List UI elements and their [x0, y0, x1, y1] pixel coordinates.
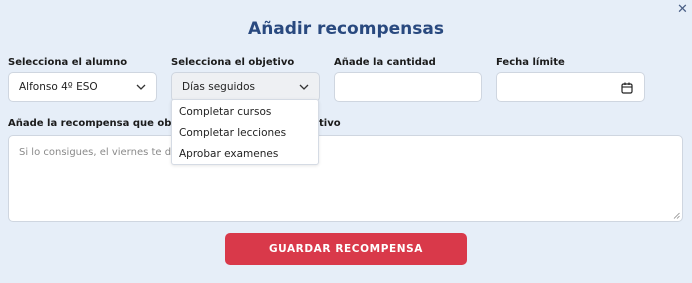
- student-select-value: Alfonso 4º ESO: [19, 81, 98, 93]
- objective-select[interactable]: Días seguidos: [171, 72, 320, 102]
- chevron-down-icon: [136, 84, 146, 90]
- amount-label: Añade la cantidad: [334, 57, 436, 68]
- reward-label: Añade la recompensa que obtend: [8, 118, 198, 129]
- dropdown-option-completar-cursos[interactable]: Completar cursos: [179, 106, 271, 118]
- dropdown-option-aprobar-examenes[interactable]: Aprobar examenes: [179, 148, 278, 160]
- dropdown-option-completar-lecciones[interactable]: Completar lecciones: [179, 127, 286, 139]
- objective-dropdown-menu: Completar cursos Completar lecciones Apr…: [171, 99, 319, 165]
- reward-label-end: tivo: [319, 118, 341, 129]
- reward-placeholder: Si lo consigues, el viernes te doy: [19, 147, 184, 158]
- resize-grip-icon[interactable]: [673, 212, 680, 219]
- close-icon[interactable]: ✕: [677, 3, 688, 16]
- chevron-down-icon: [299, 84, 309, 90]
- deadline-label: Fecha límite: [496, 57, 565, 68]
- deadline-input[interactable]: [496, 72, 645, 102]
- student-label: Selecciona el alumno: [8, 57, 128, 68]
- objective-label: Selecciona el objetivo: [171, 57, 295, 68]
- calendar-icon[interactable]: [621, 82, 633, 94]
- reward-textarea[interactable]: Si lo consigues, el viernes te doy: [8, 135, 683, 222]
- student-select[interactable]: Alfonso 4º ESO: [8, 72, 157, 102]
- amount-input[interactable]: [334, 72, 482, 102]
- objective-select-value: Días seguidos: [182, 81, 255, 93]
- save-reward-button[interactable]: GUARDAR RECOMPENSA: [225, 233, 467, 265]
- dialog-title: Añadir recompensas: [248, 19, 444, 39]
